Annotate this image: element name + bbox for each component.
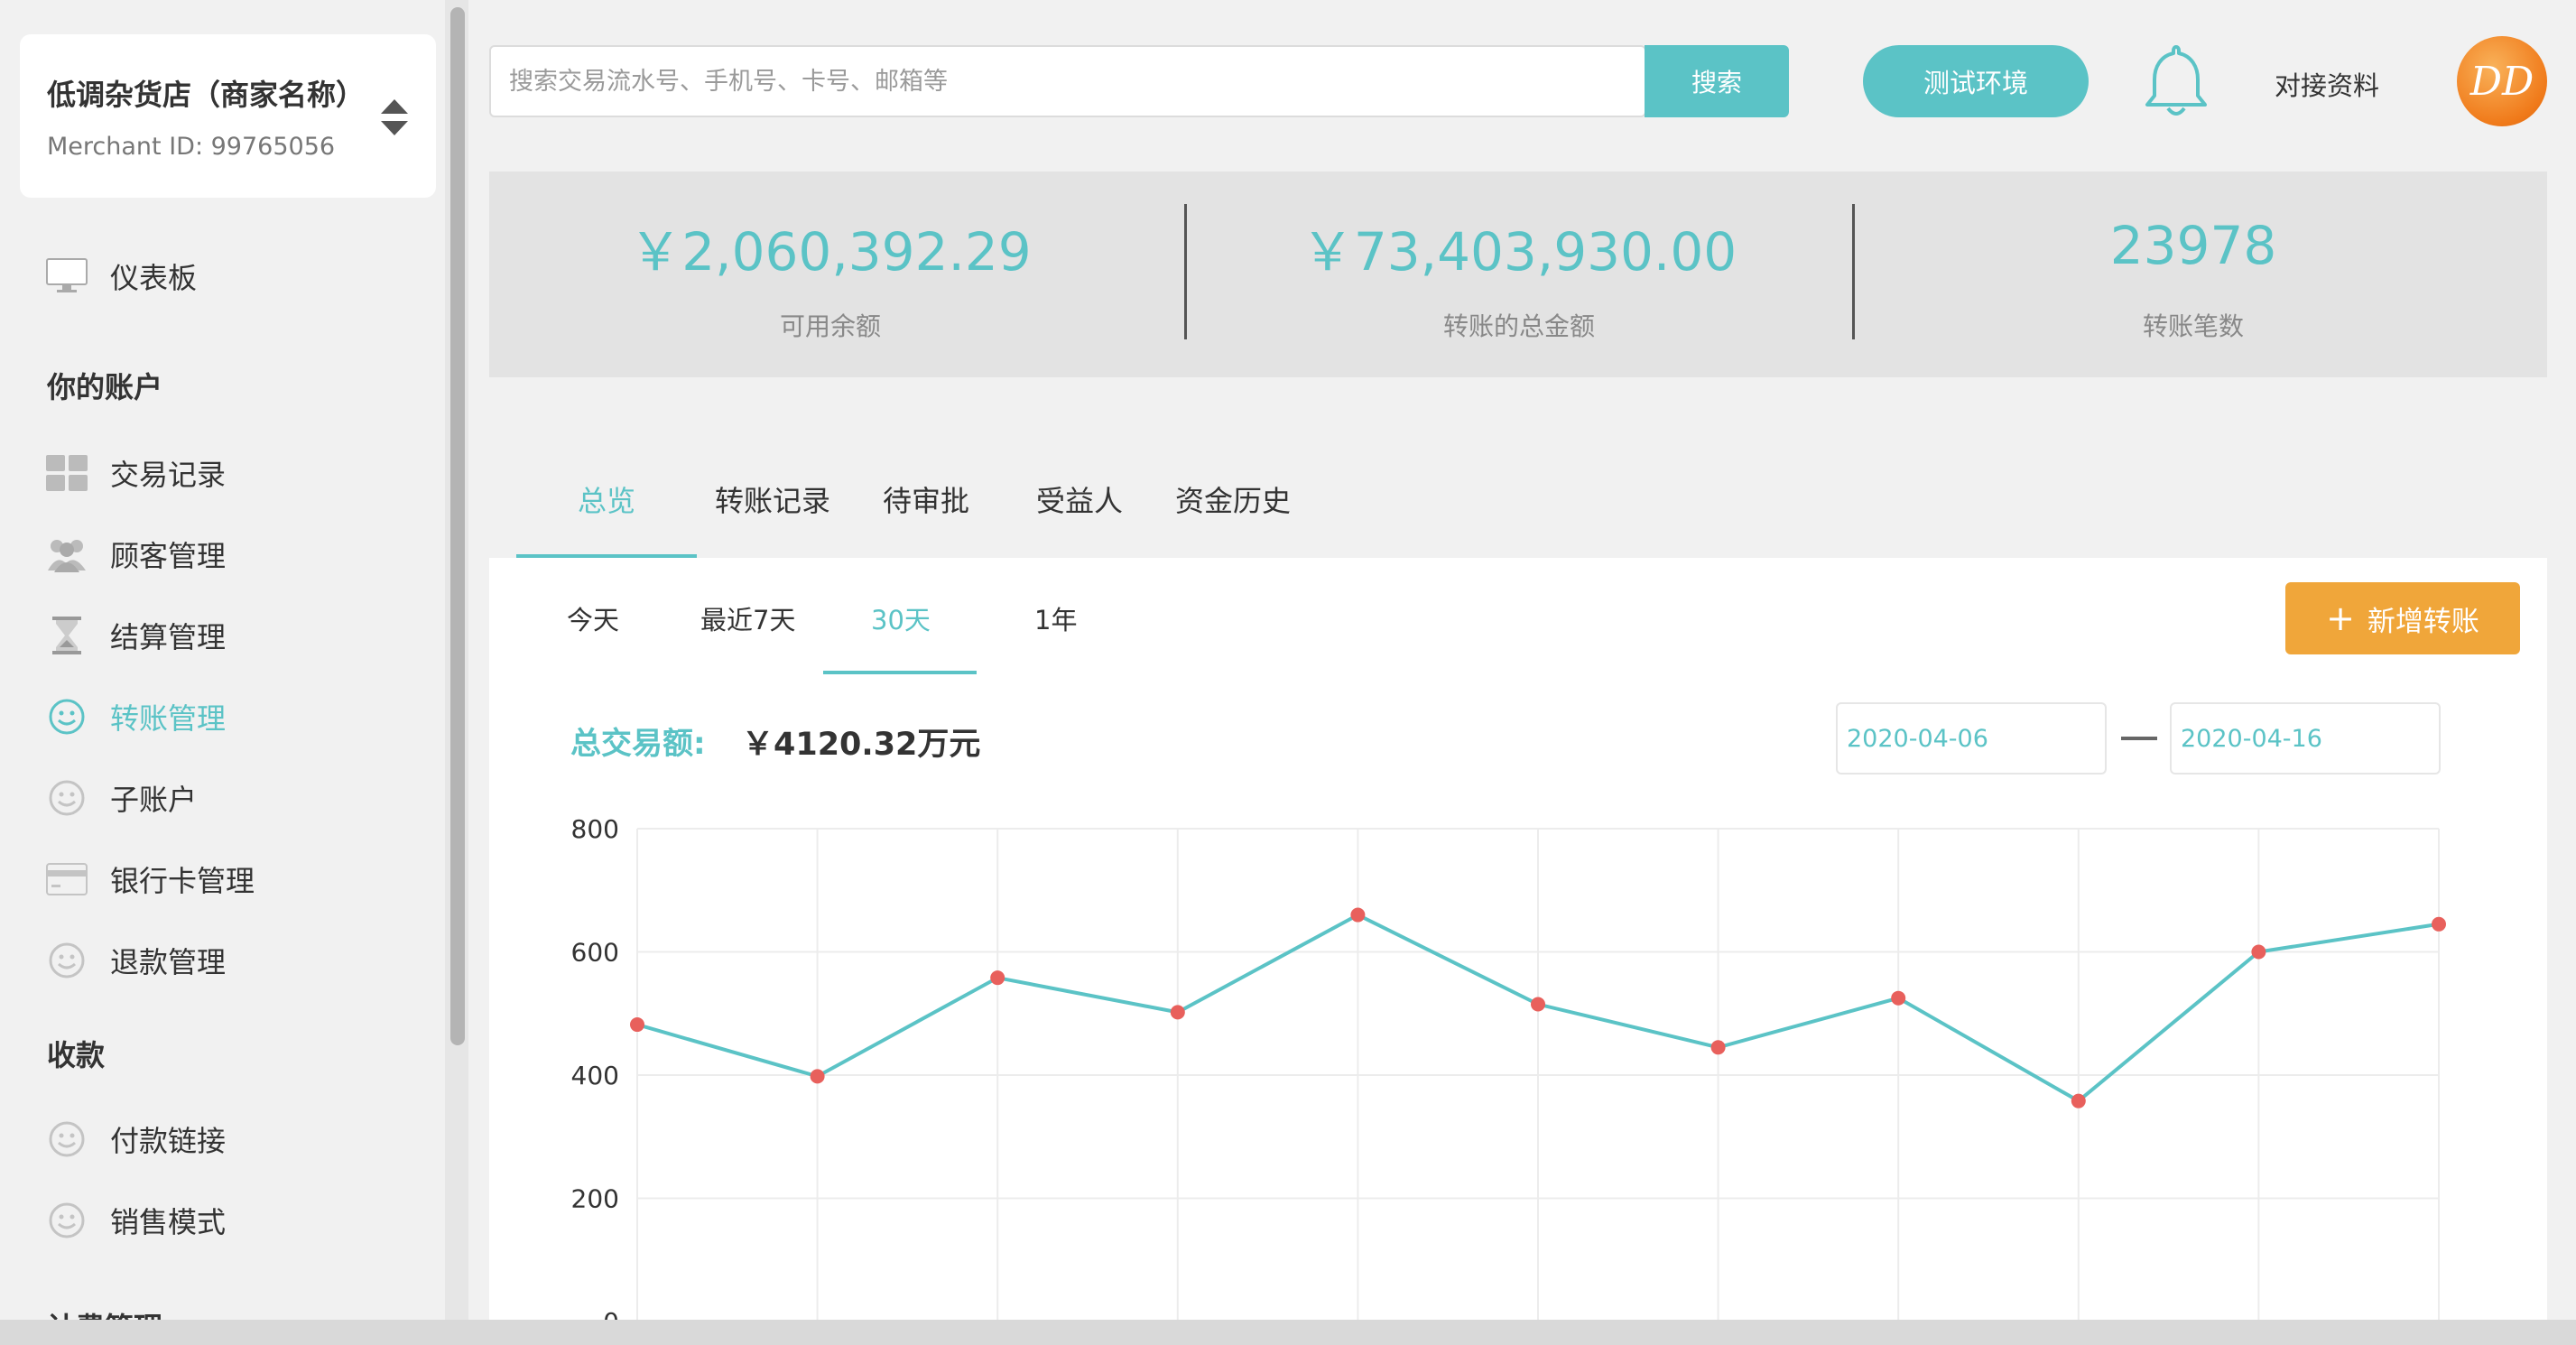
sidebar-item-refunds[interactable]: 退款管理 [45,933,226,988]
y-tick-label: 800 [571,814,619,844]
sidebar-item-label: 银行卡管理 [110,864,255,898]
merchant-id: Merchant ID: 99765056 [47,133,336,161]
range-tab-today[interactable]: 今天 [567,599,619,637]
total-volume-value: ￥4120.32万元 [742,727,981,763]
monitor-icon [45,255,88,298]
search-input[interactable] [491,47,1645,116]
data-point [1350,907,1366,923]
date-range-separator [2121,737,2157,740]
merchant-switcher[interactable]: 低调杂货店（商家名称） Merchant ID: 99765056 [20,34,436,198]
sidebar-item-payment-links[interactable]: 付款链接 [45,1112,226,1166]
sidebar-item-transfers[interactable]: 转账管理 [45,690,226,744]
stat-value: ￥73,403,930.00 [1301,221,1737,283]
stat-total-transfer-amount: ￥73,403,930.00 转账的总金额 [1184,172,1854,377]
sidebar-item-transactions[interactable]: 交易记录 [45,446,226,500]
sidebar-item-sub-accounts[interactable]: 子账户 [45,771,197,825]
tab-transfer-records[interactable]: 转账记录 [715,478,830,520]
stat-value: ￥2,060,392.29 [629,221,1032,283]
tab-beneficiaries[interactable]: 受益人 [1036,478,1123,520]
active-range-indicator [823,671,977,674]
hourglass-icon [45,614,88,657]
grid-icon [45,451,88,495]
range-tab-7-days[interactable]: 最近7天 [700,599,795,637]
y-tick-label: 200 [571,1184,619,1214]
smiley-icon [45,1199,88,1242]
stat-caption: 可用余额 [779,311,881,341]
search-button[interactable]: 搜索 [1645,45,1789,117]
stat-value: 23978 [2109,215,2277,276]
window-bottom-edge [0,1320,2576,1345]
add-transfer-label: 新增转账 [2367,605,2479,638]
sidebar-item-label: 退款管理 [110,945,227,979]
tab-pending-approval[interactable]: 待审批 [883,478,969,520]
sidebar-item-label: 结算管理 [110,620,227,654]
smiley-icon [45,695,88,738]
data-point [2071,1093,2086,1108]
sidebar-item-label: 交易记录 [110,458,227,492]
stat-available-balance: ￥2,060,392.29 可用余额 [489,172,1172,377]
range-tab-30-days[interactable]: 30天 [871,599,931,637]
card-icon [45,858,88,901]
bell-icon[interactable] [2139,42,2213,121]
sidebar: 低调杂货店（商家名称） Merchant ID: 99765056 仪表板 你的… [0,0,445,1320]
data-point [1531,997,1545,1012]
sidebar-item-label: 转账管理 [110,701,227,736]
section-title-accounts: 你的账户 [47,370,163,404]
end-date-input[interactable] [2170,702,2441,775]
sidebar-item-label: 顾客管理 [110,539,227,573]
y-tick-label: 600 [571,938,619,968]
users-icon [45,533,88,576]
sidebar-item-label: 销售模式 [110,1205,227,1239]
stat-transfer-count: 23978 转账笔数 [1854,172,2533,377]
plus-icon: + [2326,598,2355,638]
data-point [1891,990,1906,1006]
data-point [2251,944,2266,960]
sidebar-item-settlement[interactable]: 结算管理 [45,608,226,663]
search-box [489,45,1646,117]
stat-caption: 转账的总金额 [1442,311,1595,341]
data-point [990,970,1005,986]
start-date-input[interactable] [1836,702,2107,775]
sidebar-item-label: 子账户 [110,783,198,817]
smiley-icon [45,776,88,820]
test-environment-button[interactable]: 测试环境 [1863,45,2089,117]
sidebar-item-customers[interactable]: 顾客管理 [45,527,226,581]
data-point [2432,916,2446,932]
stat-caption: 转账笔数 [2142,311,2244,341]
integration-docs-link[interactable]: 对接资料 [2275,65,2379,103]
smiley-icon [45,939,88,982]
data-point [1170,1005,1185,1020]
range-tab-1-year[interactable]: 1年 [1034,599,1077,637]
avatar[interactable]: DD [2457,36,2547,126]
data-point [1710,1040,1726,1055]
tab-overview[interactable]: 总览 [578,478,635,520]
add-transfer-button[interactable]: + 新增转账 [2285,582,2520,654]
tab-funds-history[interactable]: 资金历史 [1175,478,1291,520]
transaction-line-chart: 0 200 400 600 800 [571,814,2446,1320]
sidebar-scrollbar-thumb[interactable] [450,7,465,1045]
y-tick-label: 0 [603,1307,619,1320]
stats-summary: ￥2,060,392.29 可用余额 ￥73,403,930.00 转账的总金额… [489,172,2547,377]
y-tick-label: 400 [571,1061,619,1090]
smiley-icon [45,1118,88,1161]
sidebar-item-sales-mode[interactable]: 销售模式 [45,1193,226,1248]
total-volume-label: 总交易额: [570,726,706,762]
sidebar-item-label: 付款链接 [110,1124,227,1158]
section-title-billing: 计费管理 [47,1305,162,1320]
section-title-payments: 收款 [47,1038,106,1072]
sidebar-item-bank-cards[interactable]: 银行卡管理 [45,852,255,906]
merchant-name: 低调杂货店（商家名称） [47,78,366,112]
sidebar-item-label: 仪表板 [110,261,198,295]
data-point [810,1069,825,1084]
sort-arrows-icon[interactable] [379,96,410,139]
data-point [630,1017,644,1033]
sidebar-item-dashboard[interactable]: 仪表板 [45,249,197,303]
